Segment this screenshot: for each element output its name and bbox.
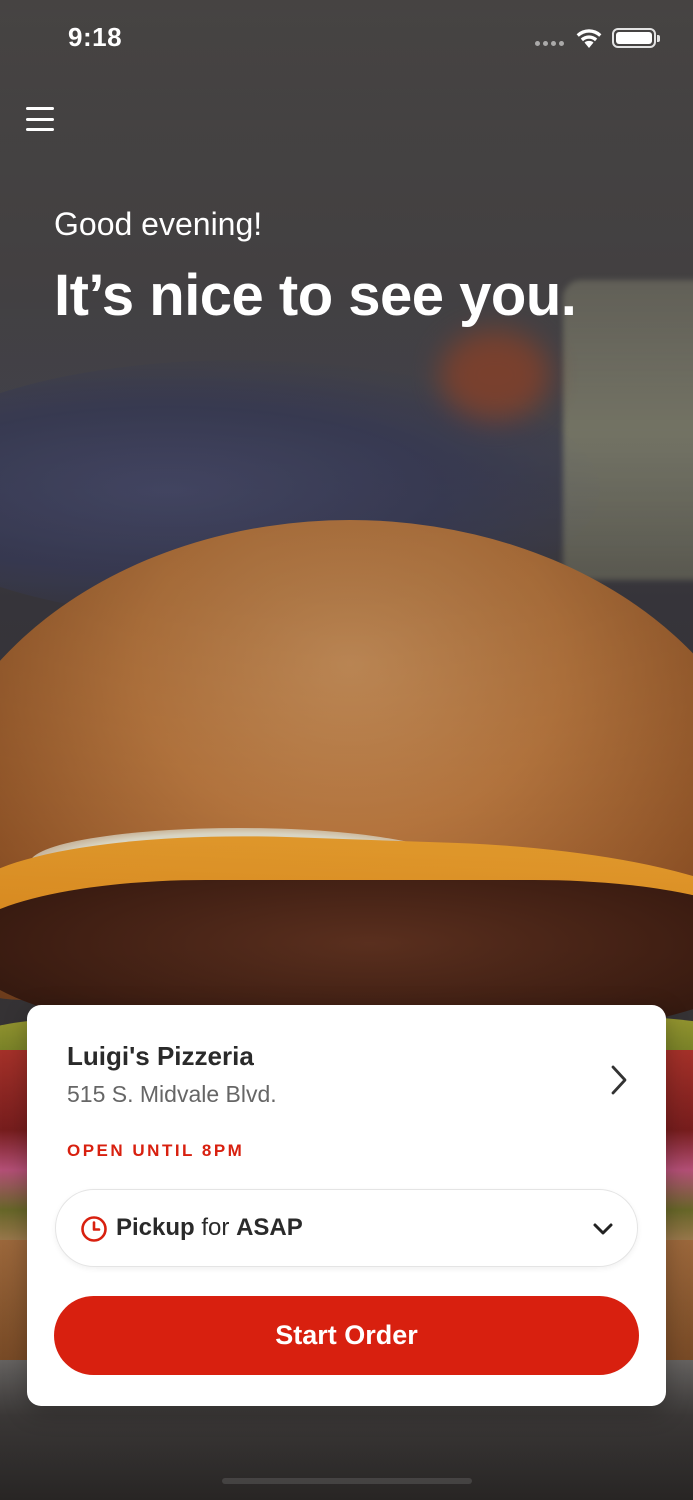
home-indicator[interactable] [222, 1478, 472, 1484]
store-hours-badge: OPEN UNTIL 8PM [67, 1141, 245, 1160]
order-time-value: ASAP [236, 1214, 303, 1241]
greeting-title: It’s nice to see you. [54, 263, 577, 328]
battery-icon [612, 28, 660, 48]
chevron-down-icon[interactable] [592, 1221, 614, 1237]
order-mode-dropdown[interactable]: Pickup for ASAP [55, 1189, 638, 1267]
store-address: 515 S. Midvale Blvd. [67, 1081, 277, 1107]
status-time: 9:18 [68, 22, 123, 52]
clock-icon [81, 1216, 107, 1242]
chevron-right-icon[interactable] [607, 1063, 631, 1097]
store-selector[interactable]: Luigi's Pizzeria 515 S. Midvale Blvd. [67, 1041, 627, 1121]
order-mode-text: Pickup for ASAP [116, 1214, 303, 1242]
store-name: Luigi's Pizzeria [67, 1041, 254, 1071]
greeting-subtitle: Good evening! [54, 206, 263, 242]
order-mode-connector: for [201, 1214, 230, 1241]
store-card: Luigi's Pizzeria 515 S. Midvale Blvd. OP… [27, 1005, 666, 1406]
hamburger-menu-icon[interactable] [24, 104, 56, 134]
cellular-signal-icon [535, 41, 564, 46]
order-mode-value: Pickup [116, 1214, 195, 1241]
status-bar: 9:18 [0, 0, 693, 80]
wifi-icon [576, 29, 602, 48]
start-order-button[interactable]: Start Order [54, 1296, 639, 1375]
